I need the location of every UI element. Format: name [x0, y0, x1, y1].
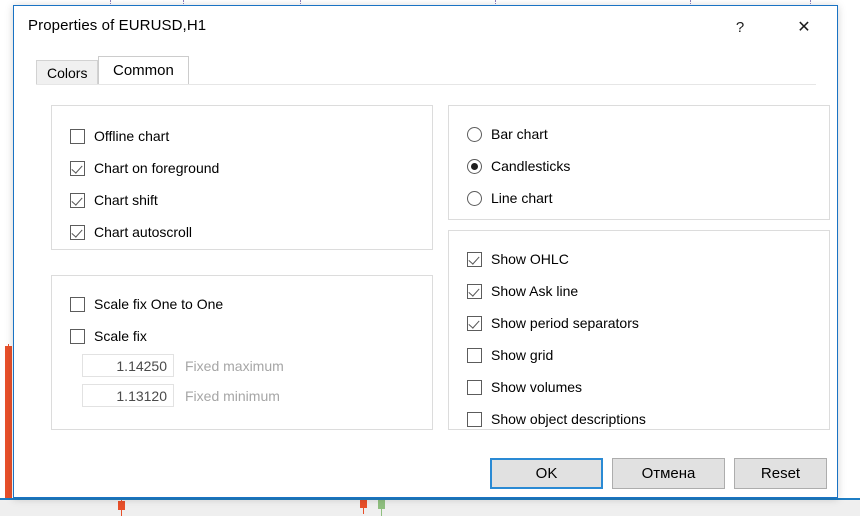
checkbox-box: [70, 161, 85, 176]
checkbox-label: Scale fix: [94, 328, 147, 344]
reset-button[interactable]: Reset: [734, 458, 827, 489]
checkbox-box: [467, 412, 482, 427]
fixed-maximum-label: Fixed maximum: [185, 358, 284, 374]
checkbox-scale-fix-one-to-one[interactable]: Scale fix One to One: [70, 294, 223, 314]
checkbox-label: Scale fix One to One: [94, 296, 223, 312]
scale-group: Scale fix One to One Scale fix Fixed max…: [51, 275, 433, 430]
tab-strip: Colors Common: [36, 56, 836, 84]
checkbox-show-ohlc[interactable]: Show OHLC: [467, 249, 569, 269]
radio-label: Bar chart: [491, 126, 548, 142]
checkbox-box: [70, 329, 85, 344]
cancel-button[interactable]: Отмена: [612, 458, 725, 489]
radio-circle: [467, 159, 482, 174]
checkbox-label: Show Ask line: [491, 283, 578, 299]
checkbox-label: Show object descriptions: [491, 411, 646, 427]
chart-ask-rule: [0, 498, 860, 500]
radio-label: Line chart: [491, 190, 552, 206]
checkbox-box: [70, 297, 85, 312]
fixed-maximum-row: Fixed maximum: [82, 354, 284, 377]
checkbox-box: [70, 193, 85, 208]
checkbox-box: [467, 316, 482, 331]
tab-common[interactable]: Common: [98, 56, 189, 84]
checkbox-label: Offline chart: [94, 128, 169, 144]
checkbox-label: Show OHLC: [491, 251, 569, 267]
checkbox-show-object-descriptions[interactable]: Show object descriptions: [467, 409, 646, 429]
checkbox-label: Chart autoscroll: [94, 224, 192, 240]
checkbox-label: Show period separators: [491, 315, 639, 331]
radio-candlesticks[interactable]: Candlesticks: [467, 156, 570, 176]
checkbox-label: Chart on foreground: [94, 160, 219, 176]
checkbox-offline-chart[interactable]: Offline chart: [70, 126, 169, 146]
fixed-maximum-input[interactable]: [82, 354, 174, 377]
chart-options-group: Offline chart Chart on foreground Chart …: [51, 105, 433, 250]
fixed-minimum-label: Fixed minimum: [185, 388, 280, 404]
dialog-footer: OK Отмена Reset: [14, 451, 837, 497]
fixed-minimum-row: Fixed minimum: [82, 384, 280, 407]
checkbox-label: Show volumes: [491, 379, 582, 395]
show-options-group: Show OHLC Show Ask line Show period sepa…: [448, 230, 830, 430]
checkbox-box: [70, 129, 85, 144]
checkbox-box: [467, 252, 482, 267]
radio-bar-chart[interactable]: Bar chart: [467, 124, 548, 144]
chart-scale-strip: [0, 499, 860, 516]
properties-dialog: Properties of EURUSD,H1 ? ✕ Colors Commo…: [13, 5, 838, 498]
checkbox-chart-autoscroll[interactable]: Chart autoscroll: [70, 222, 192, 242]
checkbox-box: [467, 380, 482, 395]
page-title: Properties of EURUSD,H1: [28, 17, 206, 34]
radio-circle: [467, 127, 482, 142]
chart-type-group: Bar chart Candlesticks Line chart: [448, 105, 830, 220]
radio-line-chart[interactable]: Line chart: [467, 188, 552, 208]
checkbox-box: [70, 225, 85, 240]
checkbox-chart-shift[interactable]: Chart shift: [70, 190, 158, 210]
checkbox-chart-on-foreground[interactable]: Chart on foreground: [70, 158, 219, 178]
checkbox-show-grid[interactable]: Show grid: [467, 345, 553, 365]
checkbox-show-volumes[interactable]: Show volumes: [467, 377, 582, 397]
radio-label: Candlesticks: [491, 158, 570, 174]
checkbox-box: [467, 348, 482, 363]
close-icon[interactable]: ✕: [781, 13, 827, 43]
checkbox-show-period-separators[interactable]: Show period separators: [467, 313, 639, 333]
checkbox-show-ask-line[interactable]: Show Ask line: [467, 281, 578, 301]
ok-button[interactable]: OK: [490, 458, 603, 489]
checkbox-label: Show grid: [491, 347, 553, 363]
dialog-titlebar[interactable]: Properties of EURUSD,H1 ? ✕: [14, 6, 837, 48]
help-icon[interactable]: ?: [717, 13, 763, 43]
radio-circle: [467, 191, 482, 206]
checkbox-box: [467, 284, 482, 299]
fixed-minimum-input[interactable]: [82, 384, 174, 407]
checkbox-scale-fix[interactable]: Scale fix: [70, 326, 147, 346]
tab-page-common: Offline chart Chart on foreground Chart …: [36, 84, 816, 448]
checkbox-label: Chart shift: [94, 192, 158, 208]
tab-colors[interactable]: Colors: [36, 60, 98, 84]
